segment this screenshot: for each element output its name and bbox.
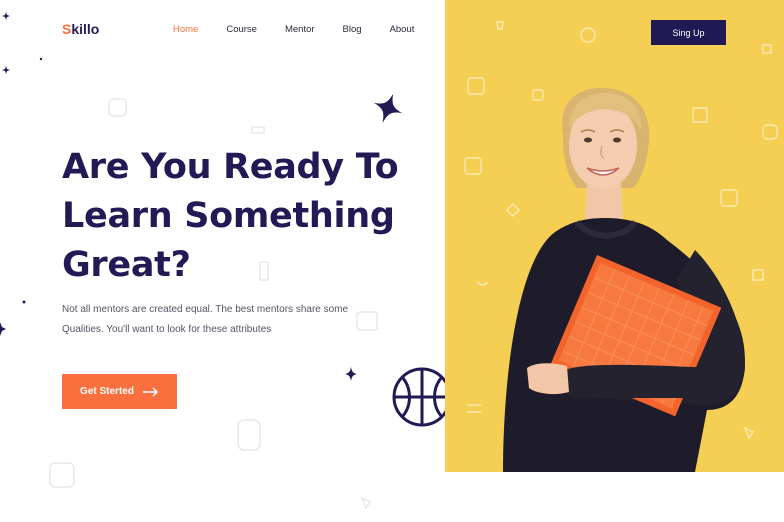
signup-button[interactable]: Sing Up: [651, 20, 726, 45]
hero-title-line: Are You Ready To: [62, 147, 399, 187]
hero-description-line: Qualities. You'll want to look for these…: [62, 324, 272, 335]
student-photo: [503, 87, 745, 472]
nav-about[interactable]: About: [390, 24, 415, 35]
hero-description-line: Not all mentors are created equal. The b…: [62, 304, 349, 315]
get-started-button[interactable]: Get Sterted: [62, 374, 177, 409]
logo-text: killo: [71, 21, 100, 37]
nav-home[interactable]: Home: [173, 24, 198, 35]
logo-initial: S: [62, 21, 72, 37]
hero-title: Are You Ready To Learn Something Great?: [62, 143, 422, 290]
arrow-right-icon: [142, 386, 159, 397]
hero-description: Not all mentors are created equal. The b…: [62, 300, 402, 340]
hero-title-line: Great?: [62, 245, 191, 285]
brand-logo[interactable]: Skillo: [62, 21, 99, 37]
landing-page: Skillo Home Course Mentor Blog About Sin…: [0, 0, 784, 522]
nav-mentor[interactable]: Mentor: [285, 24, 315, 35]
nav-course[interactable]: Course: [226, 24, 257, 35]
hero-image-panel: [445, 0, 784, 472]
hero-title-line: Learn Something: [62, 196, 395, 236]
main-nav: Home Course Mentor Blog About: [173, 24, 442, 35]
nav-blog[interactable]: Blog: [343, 24, 362, 35]
get-started-label: Get Sterted: [80, 386, 134, 397]
